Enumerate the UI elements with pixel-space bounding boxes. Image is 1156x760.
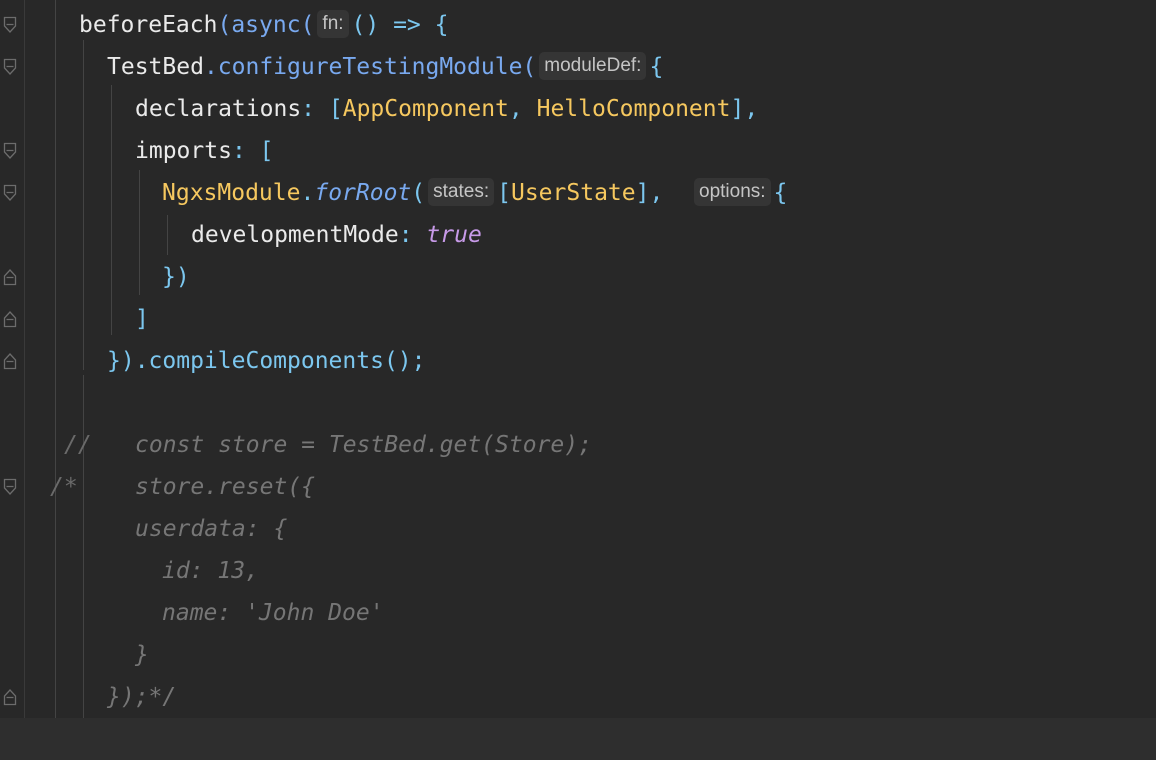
parameter-hint: states: — [428, 177, 495, 206]
code-token: (async( — [217, 12, 315, 38]
code-line[interactable]: id: 13, — [0, 550, 1156, 592]
code-line[interactable]: }) — [0, 256, 1156, 298]
code-line[interactable]: beforeEach(async(fn:() => { — [0, 4, 1156, 46]
code-line[interactable]: developmentMode: true — [0, 214, 1156, 256]
code-line[interactable] — [0, 382, 1156, 424]
code-token: true — [426, 222, 482, 248]
code-token: }) — [162, 264, 190, 290]
code-text: ] — [135, 298, 149, 340]
parameter-hint: options: — [694, 177, 771, 206]
code-token: id: 13, — [162, 558, 259, 584]
code-text: store.reset({ — [135, 466, 315, 508]
code-token: ] — [135, 306, 149, 332]
code-text: }).compileComponents(); — [107, 340, 426, 382]
fold-collapse-icon[interactable] — [3, 184, 17, 202]
code-token: : [ — [231, 138, 274, 164]
code-line[interactable]: store.reset({ — [0, 466, 1156, 508]
code-text: } — [135, 634, 149, 676]
code-line[interactable]: NgxsModule.forRoot(states: [UserState], o… — [0, 172, 1156, 214]
code-line[interactable]: }).compileComponents(); — [0, 340, 1156, 382]
code-text: NgxsModule.forRoot(states: [UserState], o… — [162, 172, 787, 214]
code-token: imports — [135, 138, 232, 164]
code-token: , — [508, 96, 537, 122]
code-token: ], — [635, 180, 691, 206]
code-token: const store = TestBed.get(Store); — [135, 432, 592, 458]
code-line[interactable]: });*/ — [0, 676, 1156, 718]
code-token: store.reset({ — [135, 474, 316, 500]
code-token: : — [398, 222, 427, 248]
code-text: declarations: [AppComponent, HelloCompon… — [135, 88, 758, 130]
code-token: } — [135, 642, 149, 668]
code-token: { — [773, 180, 788, 206]
code-text: developmentMode: true — [191, 214, 482, 256]
parameter-hint: fn: — [317, 9, 349, 38]
fold-end-icon[interactable] — [3, 688, 17, 706]
code-text: name: 'John Doe' — [162, 592, 384, 634]
code-text: userdata: { — [135, 508, 287, 550]
code-text: id: 13, — [162, 550, 259, 592]
code-line[interactable]: const store = TestBed.get(Store); — [0, 424, 1156, 466]
code-token: }).compileComponents(); — [107, 348, 426, 374]
code-line[interactable]: declarations: [AppComponent, HelloCompon… — [0, 88, 1156, 130]
code-text: const store = TestBed.get(Store); — [135, 424, 592, 466]
code-token: HelloComponent — [536, 96, 731, 122]
code-editor[interactable]: beforeEach(async(fn:() => {TestBed.confi… — [0, 0, 1156, 760]
code-token: userdata: { — [135, 516, 288, 542]
comment-marker: // — [64, 432, 92, 458]
code-line[interactable]: name: 'John Doe' — [0, 592, 1156, 634]
code-line[interactable]: TestBed.configureTestingModule(moduleDef… — [0, 46, 1156, 88]
code-text: TestBed.configureTestingModule(moduleDef… — [107, 46, 663, 88]
code-line[interactable]: ] — [0, 298, 1156, 340]
code-token: ( — [411, 180, 426, 206]
code-token: declarations — [135, 96, 302, 122]
code-text: }) — [162, 256, 190, 298]
fold-collapse-icon[interactable] — [3, 16, 17, 34]
code-token: ], — [730, 96, 759, 122]
code-token: developmentMode — [191, 222, 399, 248]
code-text: beforeEach(async(fn:() => { — [79, 4, 448, 46]
code-line[interactable] — [0, 718, 1156, 760]
code-token: AppComponent — [342, 96, 509, 122]
code-token: { — [649, 54, 664, 80]
code-token: () => { — [351, 12, 449, 38]
parameter-hint: moduleDef: — [539, 51, 647, 80]
code-line[interactable]: imports: [ — [0, 130, 1156, 172]
fold-collapse-icon[interactable] — [3, 478, 17, 496]
code-token: . — [300, 180, 315, 206]
code-token: : [ — [301, 96, 343, 122]
code-token: });*/ — [107, 684, 177, 710]
fold-collapse-icon[interactable] — [3, 142, 17, 160]
fold-collapse-icon[interactable] — [3, 58, 17, 76]
fold-end-icon[interactable] — [3, 268, 17, 286]
code-token: TestBed — [107, 54, 204, 80]
code-token: name: 'John Doe' — [162, 600, 384, 626]
code-text: });*/ — [107, 676, 176, 718]
code-token: [ — [497, 180, 511, 206]
code-token: NgxsModule — [162, 180, 301, 206]
code-token: forRoot — [314, 180, 412, 206]
comment-marker: /* — [50, 474, 78, 500]
code-token: UserState — [510, 180, 636, 206]
code-token: beforeEach — [79, 12, 218, 38]
fold-end-icon[interactable] — [3, 310, 17, 328]
code-text: imports: [ — [135, 130, 273, 172]
code-token: .configureTestingModule( — [203, 54, 537, 80]
fold-end-icon[interactable] — [3, 352, 17, 370]
code-line[interactable]: userdata: { — [0, 508, 1156, 550]
code-line[interactable]: } — [0, 634, 1156, 676]
